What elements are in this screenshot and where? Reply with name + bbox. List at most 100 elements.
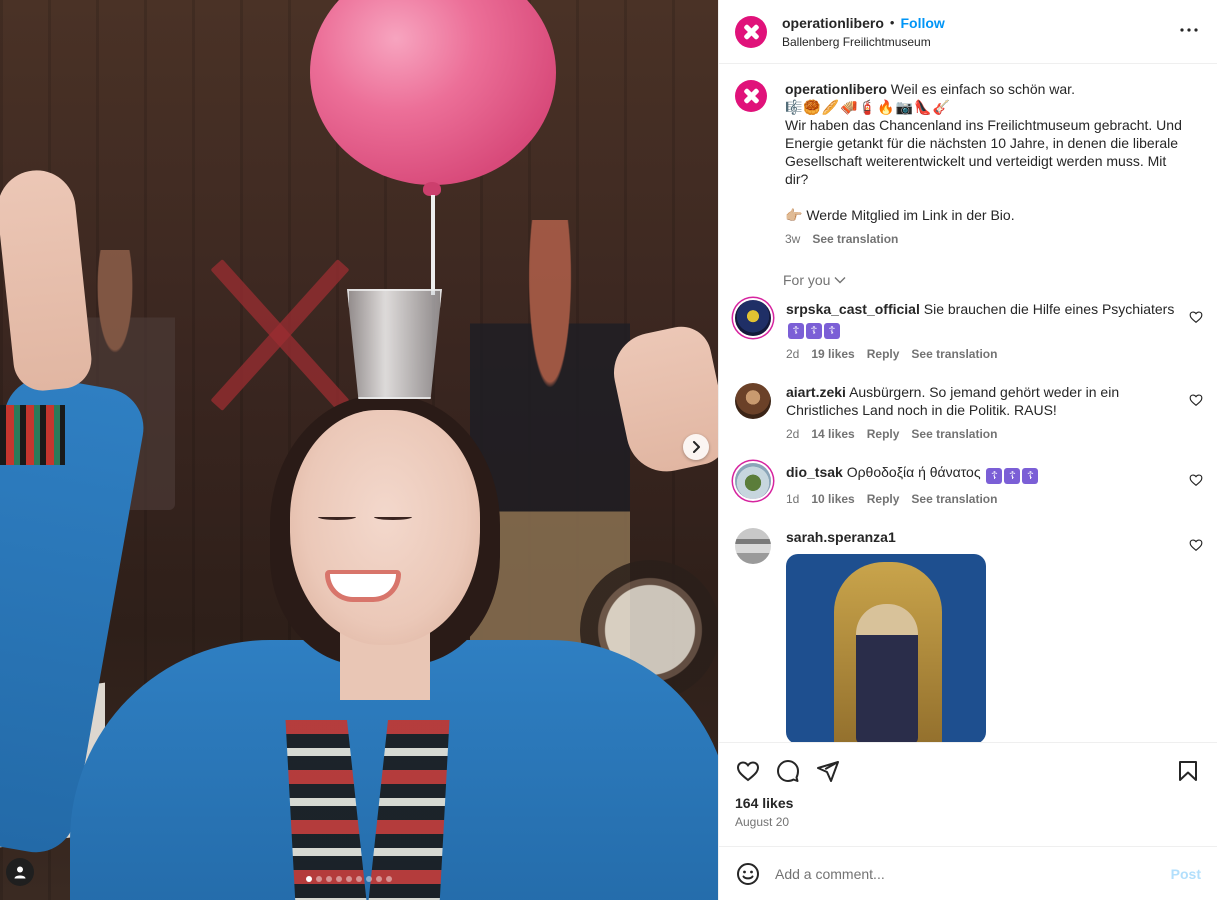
comment-username[interactable]: aiart.zeki bbox=[786, 384, 846, 400]
follow-button[interactable]: Follow bbox=[900, 15, 944, 31]
post-dialog: operationlibero • Follow Ballenberg Frei… bbox=[0, 0, 1217, 900]
caption-first-line: Weil es einfach so schön war. bbox=[890, 81, 1075, 97]
emoji-icon bbox=[737, 862, 759, 885]
carousel-dot bbox=[306, 876, 312, 882]
add-comment-bar: Post bbox=[719, 846, 1217, 900]
photo-face bbox=[290, 410, 480, 645]
comment-likes[interactable]: 10 likes bbox=[811, 490, 854, 508]
photo-balloon-string bbox=[431, 195, 435, 295]
commenter-avatar[interactable] bbox=[735, 463, 771, 499]
comment-time[interactable]: 1d bbox=[786, 490, 799, 508]
icon-painting-figure bbox=[856, 604, 918, 742]
comment-username[interactable]: sarah.speranza1 bbox=[786, 529, 896, 545]
comment-text: Sie brauchen die Hilfe eines Psychiaters bbox=[923, 301, 1175, 317]
carousel-dot bbox=[356, 876, 362, 882]
comment-likes[interactable]: 19 likes bbox=[811, 345, 854, 363]
comment-username[interactable]: dio_tsak bbox=[786, 464, 843, 480]
comment-reply-button[interactable]: Reply bbox=[867, 490, 900, 508]
heart-icon[interactable] bbox=[1189, 393, 1203, 407]
chevron-down-icon bbox=[834, 277, 846, 284]
orthodox-cross-symbol: ☦ bbox=[1022, 468, 1039, 484]
post-date[interactable]: August 20 bbox=[735, 815, 1201, 829]
comment-username[interactable]: srpska_cast_official bbox=[786, 301, 920, 317]
carousel-next-button[interactable] bbox=[683, 434, 709, 460]
carousel-indicators bbox=[306, 876, 392, 882]
photo-eye-left bbox=[318, 514, 356, 520]
comment-icon bbox=[777, 760, 799, 782]
comment-item: srpska_cast_official Sie brauchen die Hi… bbox=[719, 300, 1217, 363]
comment-image[interactable] bbox=[786, 554, 986, 742]
comment-see-translation[interactable]: See translation bbox=[911, 425, 997, 443]
caption-emojis: 🎼🥮🥖🪗🧯🔥📷👠🎸 bbox=[785, 99, 951, 115]
orthodox-cross-symbol: ☦ bbox=[1004, 468, 1021, 484]
comment-time[interactable]: 2d bbox=[786, 425, 799, 443]
tagged-users-button[interactable] bbox=[6, 858, 34, 886]
photo-balloon-knot bbox=[423, 182, 441, 196]
comment-item: dio_tsak Ορθοδοξία ή θάνατος ☦ ☦ ☦ 1d 10 l… bbox=[719, 463, 1217, 508]
bookmark-icon bbox=[1179, 761, 1197, 781]
carousel-dot bbox=[386, 876, 392, 882]
comments-scroll-area[interactable]: operationlibero Weil es einfach so schön… bbox=[719, 64, 1217, 742]
comment-reply-button[interactable]: Reply bbox=[867, 345, 900, 363]
orthodox-cross-symbol: ☦ bbox=[788, 323, 804, 339]
comment-time[interactable]: 2d bbox=[786, 345, 799, 363]
comment-see-translation[interactable]: See translation bbox=[911, 490, 997, 508]
heart-icon[interactable] bbox=[1189, 538, 1203, 552]
heart-icon[interactable] bbox=[1189, 473, 1203, 487]
photo-stage-cross bbox=[200, 250, 360, 420]
comment-sort-label: For you bbox=[783, 272, 831, 288]
emoji-picker-button[interactable] bbox=[735, 861, 761, 887]
comment-item: sarah.speranza1 bbox=[719, 528, 1217, 742]
carousel-dot bbox=[366, 876, 372, 882]
comment-likes[interactable]: 14 likes bbox=[811, 425, 854, 443]
comment-button[interactable] bbox=[775, 758, 801, 784]
comment-input[interactable] bbox=[775, 865, 1171, 882]
carousel-dot bbox=[376, 876, 382, 882]
carousel-dot bbox=[316, 876, 322, 882]
caption-avatar[interactable] bbox=[735, 80, 767, 112]
author-meta: operationlibero • Follow Ballenberg Frei… bbox=[782, 15, 945, 49]
carousel-dot bbox=[336, 876, 342, 882]
comment-item: aiart.zeki Ausbürgern. So jemand gehört … bbox=[719, 383, 1217, 443]
comment-sort-dropdown[interactable]: For you bbox=[783, 272, 1217, 288]
caption-paragraph: Wir haben das Chancenland ins Freilichtm… bbox=[785, 117, 1182, 187]
comment-reply-button[interactable]: Reply bbox=[867, 425, 900, 443]
photo-sleeve-trim bbox=[0, 405, 65, 465]
post-comment-button[interactable]: Post bbox=[1171, 866, 1201, 882]
likes-count[interactable]: 164 likes bbox=[735, 795, 1201, 811]
more-options-button[interactable] bbox=[1177, 22, 1201, 38]
chevron-right-icon bbox=[693, 441, 700, 453]
post-side-panel: operationlibero • Follow Ballenberg Frei… bbox=[718, 0, 1217, 900]
orthodox-cross-symbol: ☦ bbox=[986, 468, 1003, 484]
commenter-avatar[interactable] bbox=[735, 528, 771, 564]
user-tag-icon bbox=[14, 866, 26, 879]
caption-see-translation[interactable]: See translation bbox=[812, 230, 898, 248]
post-caption: operationlibero Weil es einfach so schön… bbox=[719, 64, 1217, 248]
share-button[interactable] bbox=[815, 758, 841, 784]
caption-username[interactable]: operationlibero bbox=[785, 81, 887, 97]
commenter-avatar[interactable] bbox=[735, 383, 771, 419]
like-button[interactable] bbox=[735, 758, 761, 784]
send-icon bbox=[817, 761, 839, 782]
post-media[interactable] bbox=[0, 0, 718, 900]
caption-cta: 👉🏼 Werde Mitglied im Link in der Bio. bbox=[785, 207, 1015, 223]
separator-dot: • bbox=[889, 15, 895, 30]
author-username[interactable]: operationlibero bbox=[782, 15, 884, 31]
photo-eye-right bbox=[374, 514, 412, 520]
post-location[interactable]: Ballenberg Freilichtmuseum bbox=[782, 35, 945, 49]
author-avatar[interactable] bbox=[735, 15, 767, 48]
orthodox-cross-symbol: ☦ bbox=[824, 323, 840, 339]
photo-glass bbox=[347, 289, 442, 399]
heart-icon bbox=[736, 761, 760, 782]
carousel-dot bbox=[326, 876, 332, 882]
save-button[interactable] bbox=[1175, 758, 1201, 784]
commenter-avatar[interactable] bbox=[735, 300, 771, 336]
orthodox-cross-symbol: ☦ bbox=[806, 323, 822, 339]
carousel-dot bbox=[346, 876, 352, 882]
comment-see-translation[interactable]: See translation bbox=[911, 345, 997, 363]
heart-icon[interactable] bbox=[1189, 310, 1203, 324]
more-options-icon bbox=[1180, 28, 1198, 32]
comment-text: Ορθοδοξία ή θάνατος bbox=[846, 464, 981, 480]
post-header: operationlibero • Follow Ballenberg Frei… bbox=[719, 0, 1217, 64]
caption-time[interactable]: 3w bbox=[785, 230, 800, 248]
